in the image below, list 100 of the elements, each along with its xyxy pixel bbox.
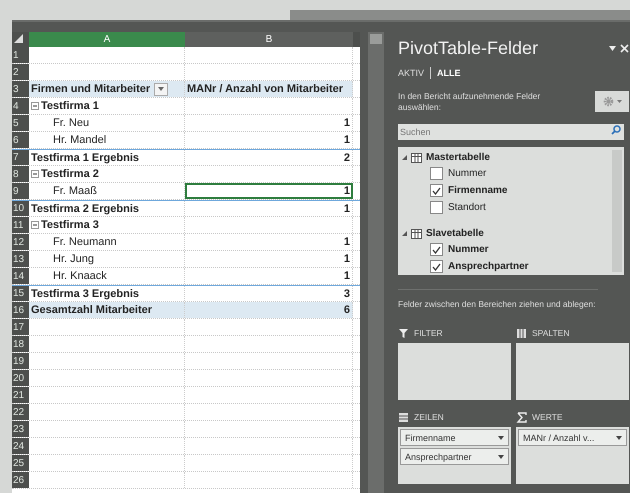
settings-icon <box>602 96 614 107</box>
area-label: SPALTEN <box>532 328 570 338</box>
column-header[interactable]: B <box>185 32 353 47</box>
table-cell: 3 <box>185 286 353 301</box>
group-label: Testfirma 2 <box>41 168 99 180</box>
caret-icon <box>158 87 164 91</box>
row-number[interactable]: 15 <box>12 286 29 301</box>
collapse-icon[interactable] <box>31 221 39 229</box>
table-name: Mastertabelle <box>426 152 490 164</box>
row-number[interactable]: 16 <box>12 302 29 318</box>
collapse-icon[interactable] <box>31 170 39 178</box>
scrollbar[interactable] <box>368 32 384 493</box>
row-number[interactable]: 3 <box>12 81 29 97</box>
table-cell: 1 <box>185 268 353 284</box>
checkbox[interactable] <box>430 260 443 274</box>
employee-name: Fr. Maaß <box>53 185 98 197</box>
checkbox[interactable] <box>430 243 443 256</box>
employee-name: Fr. Neumann <box>53 236 117 248</box>
checkbox[interactable] <box>430 184 443 198</box>
row-number[interactable]: 12 <box>12 234 29 250</box>
group-label: Testfirma 3 <box>41 219 99 231</box>
caret-icon <box>498 436 504 440</box>
drop-area[interactable]: Firmenname Ansprechpartner <box>398 427 511 484</box>
columns-icon <box>516 328 527 339</box>
row-number[interactable]: 21 <box>12 387 29 403</box>
collapse-icon[interactable] <box>31 102 39 110</box>
collapse-icon[interactable] <box>402 231 407 236</box>
employee-name: Fr. Neu <box>53 117 90 129</box>
table-name: Slavetabelle <box>426 228 484 240</box>
caret-icon <box>616 436 622 440</box>
group-label: Testfirma 1 <box>41 100 99 112</box>
table-icon <box>411 228 422 239</box>
row-number[interactable]: 9 <box>12 183 29 199</box>
subtotal-label: Testfirma 2 Ergebnis <box>31 202 139 214</box>
area-label: WERTE <box>532 412 563 422</box>
table-cell: 6 <box>185 302 353 318</box>
row-number[interactable]: 22 <box>12 404 29 420</box>
subtotal-label: Testfirma 1 Ergebnis <box>31 152 139 164</box>
field-name: Standort <box>448 202 486 214</box>
field-chip[interactable]: MANr / Anzahl v... <box>518 429 627 446</box>
dropdown-icon[interactable] <box>609 46 616 51</box>
table-cell: 1 <box>185 234 353 250</box>
table-cell: 1 <box>185 132 353 148</box>
employee-name: Hr. Knaack <box>53 270 107 282</box>
pane-title: PivotTable-Felder <box>398 38 538 59</box>
row-number[interactable]: 14 <box>12 268 29 284</box>
row-number[interactable]: 8 <box>12 166 29 182</box>
row-number[interactable]: 26 <box>12 472 29 488</box>
search-field[interactable]: Suchen <box>398 124 624 140</box>
row-number[interactable]: 10 <box>12 201 29 216</box>
table-cell: 1 <box>185 201 353 216</box>
row-number[interactable]: 4 <box>12 98 29 114</box>
employee-name: Hr. Jung <box>53 253 94 265</box>
table-cell: 1 <box>185 183 353 199</box>
drop-area[interactable]: MANr / Anzahl v... <box>516 427 629 484</box>
instruction-text: Felder zwischen den Bereichen ziehen und ablegen: <box>398 289 598 310</box>
values-icon <box>516 412 527 423</box>
field-chip[interactable]: Ansprechpartner <box>400 448 509 466</box>
row-number[interactable]: 23 <box>12 421 29 437</box>
field-name: Firmenname <box>448 185 508 196</box>
field-header: Firmen und Mitarbeiter <box>31 83 150 95</box>
table-cell: 1 <box>185 251 353 267</box>
caret-icon <box>498 454 504 459</box>
collapse-icon[interactable] <box>402 155 407 160</box>
row-number[interactable]: 2 <box>12 64 29 80</box>
row-number[interactable]: 19 <box>12 353 29 369</box>
row-number[interactable]: 18 <box>12 336 29 352</box>
checkbox[interactable] <box>430 167 443 180</box>
row-number[interactable]: 7 <box>12 150 29 165</box>
select-all-icon[interactable] <box>12 32 24 44</box>
filter-dropdown[interactable] <box>154 82 168 96</box>
subtotal-label: Testfirma 3 Ergebnis <box>31 288 139 300</box>
area-label: FILTER <box>414 328 443 338</box>
table-icon <box>411 152 422 163</box>
tab[interactable]: ALLE <box>437 68 461 78</box>
checkbox[interactable] <box>430 201 443 214</box>
row-number[interactable]: 6 <box>12 132 29 148</box>
row-number[interactable]: 11 <box>12 217 29 233</box>
rows-icon <box>398 412 409 423</box>
total-label: Gesamtzahl Mitarbeiter <box>31 304 152 316</box>
table-cell: 2 <box>185 150 353 165</box>
row-number[interactable]: 17 <box>12 319 29 335</box>
row-number[interactable]: 5 <box>12 115 29 131</box>
row-number[interactable]: 20 <box>12 370 29 386</box>
close-icon[interactable] <box>620 44 629 53</box>
tab[interactable]: AKTIV <box>398 68 424 78</box>
field-name: Ansprechpartner <box>448 261 529 272</box>
column-header[interactable]: A <box>29 32 185 47</box>
employee-name: Hr. Mandel <box>53 134 106 146</box>
row-number[interactable]: 13 <box>12 251 29 267</box>
search-icon <box>611 125 621 136</box>
row-number[interactable]: 24 <box>12 438 29 454</box>
field-header: MANr / Anzahl von Mitarbeiter <box>185 81 353 97</box>
caret-icon <box>616 100 622 103</box>
row-number[interactable]: 1 <box>12 47 29 63</box>
table-cell: 1 <box>185 115 353 131</box>
instruction-text: In den Bericht aufzunehmende Felder auswählen: <box>398 91 542 114</box>
field-chip[interactable]: Firmenname <box>400 429 509 446</box>
field-name: Nummer <box>448 168 486 180</box>
row-number[interactable]: 25 <box>12 455 29 471</box>
